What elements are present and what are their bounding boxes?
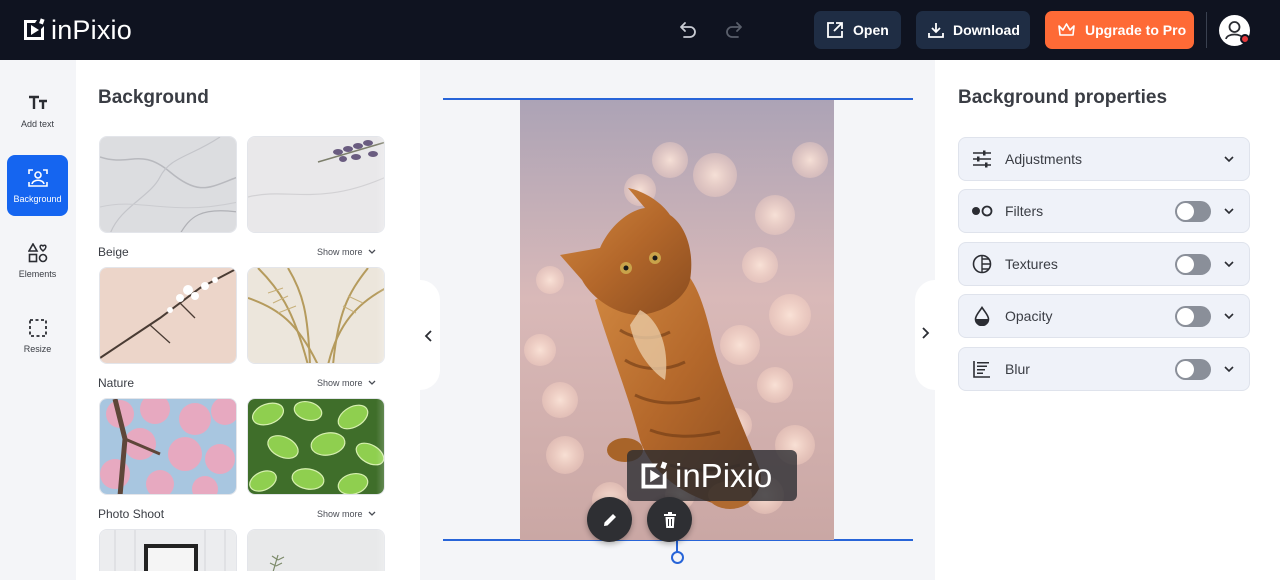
undo-icon[interactable] [676, 19, 698, 41]
background-thumbnail-marble-lavender[interactable] [247, 136, 385, 233]
background-thumbnail-marble-1[interactable] [99, 136, 237, 233]
palm-leaves-image [248, 268, 384, 363]
properties-panel-title: Background properties [958, 87, 1168, 108]
open-button[interactable]: Open [814, 11, 901, 49]
show-more-nature[interactable]: Show more [317, 378, 376, 388]
watermark: inPixio [627, 450, 797, 501]
blossom-branch-image [100, 268, 236, 363]
property-adjustments[interactable]: Adjustments [958, 137, 1250, 181]
download-button[interactable]: Download [916, 11, 1030, 49]
background-thumbnail-green-leaves[interactable] [247, 398, 385, 495]
category-label-nature: Nature [98, 376, 135, 390]
background-thumbnail-plant-wall[interactable] [247, 529, 385, 571]
text-icon [27, 92, 49, 114]
edit-layer-button[interactable] [587, 497, 632, 542]
property-label: Adjustments [1005, 151, 1083, 167]
crown-icon [1058, 23, 1075, 36]
left-rail: Add text Background Elements Resize [0, 60, 76, 580]
rotation-handle[interactable] [671, 551, 684, 564]
notification-dot [1240, 34, 1250, 44]
collapse-left-panel-button[interactable] [420, 280, 440, 390]
open-button-label: Open [853, 22, 889, 38]
blur-toggle[interactable] [1175, 359, 1211, 380]
toolbar-divider [1206, 12, 1207, 48]
rail-item-resize[interactable]: Resize [7, 305, 68, 366]
opacity-icon [971, 305, 993, 327]
top-bar: inPixio Open Download Upgrade to Pro [0, 0, 1280, 60]
delete-layer-button[interactable] [647, 497, 692, 542]
sliders-icon [971, 148, 993, 170]
property-filters[interactable]: Filters [958, 189, 1250, 233]
background-thumbnail-white-wood-frame[interactable] [99, 529, 237, 571]
chevron-down-icon [368, 249, 376, 254]
property-label: Blur [1005, 361, 1030, 377]
property-label: Textures [1005, 256, 1058, 272]
property-blur[interactable]: Blur [958, 347, 1250, 391]
property-label: Filters [1005, 203, 1044, 219]
chevron-down-icon [368, 511, 376, 516]
inpixio-logo-icon [24, 18, 45, 40]
rail-item-label: Add text [20, 119, 55, 129]
property-label: Opacity [1005, 308, 1053, 324]
property-opacity[interactable]: Opacity [958, 294, 1250, 338]
upgrade-to-pro-button[interactable]: Upgrade to Pro [1045, 11, 1194, 49]
chevron-down-icon[interactable] [1222, 362, 1236, 376]
plant-wall-image [248, 530, 384, 571]
marble-lavender-image [248, 137, 384, 232]
chevron-down-icon [368, 380, 376, 385]
cherry-blossom-image [100, 399, 236, 494]
blur-icon [971, 358, 993, 380]
marble-image [100, 137, 236, 232]
background-icon [27, 167, 49, 189]
chevron-down-icon[interactable] [1222, 257, 1236, 271]
rail-item-label: Background [13, 194, 62, 204]
app-logo-text: inPixio [51, 14, 132, 45]
rail-item-background[interactable]: Background [7, 155, 68, 216]
show-more-photo-shoot[interactable]: Show more [317, 509, 376, 519]
chevron-down-icon[interactable] [1222, 309, 1236, 323]
properties-panel: Background properties Adjustments Filter… [935, 60, 1280, 580]
textures-toggle[interactable] [1175, 254, 1211, 275]
download-icon [928, 23, 944, 38]
download-button-label: Download [953, 22, 1020, 38]
chevron-down-icon[interactable] [1222, 204, 1236, 218]
background-thumbnail-palm-leaves[interactable] [247, 267, 385, 364]
chevron-right-icon [922, 327, 930, 339]
background-panel: Background Beige Show more Nature Show m… [76, 60, 420, 580]
elements-icon [27, 242, 49, 264]
app-logo[interactable]: inPixio [22, 15, 132, 45]
watermark-text: inPixio [675, 456, 773, 494]
pencil-icon [603, 513, 616, 526]
chevron-left-icon [424, 330, 432, 342]
trash-icon [663, 511, 676, 528]
green-leaves-image [248, 399, 384, 494]
inpixio-logo-icon [641, 461, 668, 488]
resize-icon [27, 317, 49, 339]
background-thumbnail-blossom-branch[interactable] [99, 267, 237, 364]
opacity-toggle[interactable] [1175, 306, 1211, 327]
white-wood-frame-image [100, 530, 236, 571]
rail-item-add-text[interactable]: Add text [7, 80, 68, 141]
collapse-right-panel-button[interactable] [915, 280, 935, 390]
open-external-icon [827, 22, 843, 38]
filters-icon [971, 200, 993, 222]
property-textures[interactable]: Textures [958, 242, 1250, 286]
rail-item-label: Resize [23, 344, 52, 354]
filters-toggle[interactable] [1175, 201, 1211, 222]
chevron-down-icon[interactable] [1222, 152, 1236, 166]
show-more-beige[interactable]: Show more [317, 247, 376, 257]
rail-item-label: Elements [18, 269, 57, 279]
category-label-beige: Beige [98, 245, 129, 259]
background-panel-title: Background [98, 87, 209, 108]
rail-item-elements[interactable]: Elements [7, 230, 68, 291]
category-label-photo-shoot: Photo Shoot [98, 507, 165, 521]
upgrade-button-label: Upgrade to Pro [1085, 22, 1187, 38]
redo-icon[interactable] [724, 19, 746, 41]
background-thumbnail-cherry-blossom[interactable] [99, 398, 237, 495]
textures-icon [971, 253, 993, 275]
